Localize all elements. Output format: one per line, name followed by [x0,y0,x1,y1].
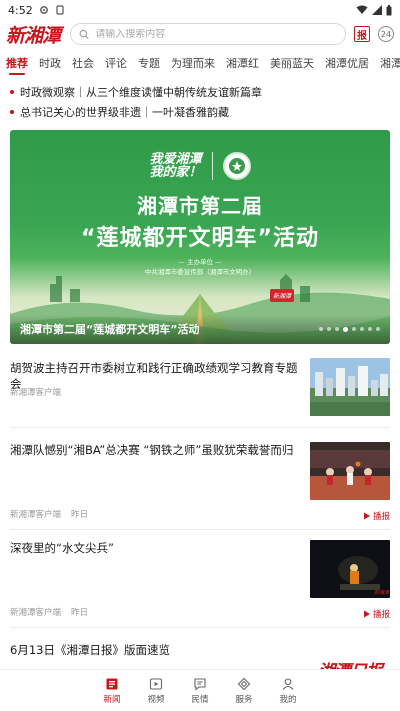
sim-status-icon [56,5,64,15]
nav-label: 民情 [191,694,209,705]
banner-subtitle: “莲城都开文明车”活动 [81,226,319,251]
settings-status-icon [39,6,48,14]
status-time: 4:52 [8,3,33,17]
news-meta: 新湘潭客户端 昨日 [10,606,88,618]
news-item[interactable]: 胡贺波主持召开市委树立和践行正确政绩观学习教育专题会 新湘潭客户端 [10,358,390,428]
nav-label: 我的 [279,694,297,705]
logo-seal: 新湘潭 [269,289,294,302]
news-time: 昨日 [71,510,89,520]
headline-item[interactable]: 总书记关心的世界级非遗｜一叶凝香雅韵藏 [10,102,390,122]
news-source: 新湘潭客户端 [10,388,62,398]
play-tag-label: 播报 [372,512,390,522]
status-bar: 4:52 [0,0,400,20]
news-thumbnail [310,442,390,500]
slogan-line: 我的家！ [149,165,202,180]
news-item[interactable]: 湘潭队憾别“湘BA”总决赛 “钢铁之师”虽败犹荣载誉而归 新湘潭客户端 昨日 播… [10,438,390,530]
tab-xiangtan-red[interactable]: 湘潭红 [226,51,259,75]
pager-dot[interactable] [327,327,331,331]
nav-service[interactable]: 服务 [229,677,259,705]
feedback-icon [194,677,206,691]
pager-dot[interactable] [335,327,339,331]
banner-slogan: 我爱湘潭 我的家！ [149,153,201,179]
nav-profile[interactable]: 我的 [273,677,303,705]
audio-play-tag[interactable]: 播报 [363,608,390,620]
pager-dot[interactable] [352,327,356,331]
banner-brand: 我爱湘潭 我的家！ [10,152,390,180]
play-tag-label: 播报 [372,610,390,620]
tab-blue-sky[interactable]: 美丽蓝天 [270,51,314,75]
wifi-icon [356,5,368,14]
signal-icon [372,5,382,15]
svg-text:新湘潭: 新湘潭 [374,589,390,596]
news-thumbnail [310,358,390,416]
pager-dot[interactable] [376,327,380,331]
news-icon [106,678,118,689]
nav-label: 新闻 [103,694,121,705]
search-icon [79,29,89,39]
nav-feedback[interactable]: 民情 [185,677,215,705]
newspaper-icon[interactable]: 报 [354,26,370,42]
headline-item[interactable]: 时政微观察｜从三个维度读懂中朝传统友谊新篇章 [10,82,390,102]
news-24h-icon[interactable]: 24 [378,26,394,42]
news-title: 6月13日《湘潭日报》版面速览 [10,643,170,657]
pager-dot[interactable] [360,327,364,331]
tab-recommend[interactable]: 推荐 [6,51,28,75]
service-icon [237,677,251,690]
news-time: 昨日 [71,608,89,618]
banner-caption-bar: 湘潭市第二届“莲城都开文明车”活动 [10,314,390,344]
app-logo[interactable]: 新湘潭 [6,21,62,48]
video-icon [149,677,163,690]
pager-dot[interactable] [368,327,372,331]
nav-label: 服务 [235,694,253,705]
tab-special[interactable]: 专题 [138,51,160,75]
play-icon [363,512,370,520]
bottom-navigation: 新闻 视频 民情 服务 我的 [0,669,400,711]
news-list: 胡贺波主持召开市委树立和践行正确政绩观学习教育专题会 新湘潭客户端 湘潭队憾别“… [0,358,400,704]
pager-dot[interactable] [319,327,323,331]
tab-politics[interactable]: 时政 [39,51,61,75]
headline-list: 时政微观察｜从三个维度读懂中朝传统友谊新篇章 总书记关心的世界级非遗｜一叶凝香雅… [0,76,400,122]
divider [211,152,213,180]
play-icon [363,610,370,618]
civilization-badge-icon [222,152,251,180]
news-source: 新湘潭客户端 [10,510,62,520]
bullet-dot [10,90,14,94]
profile-icon [282,677,294,690]
tab-society[interactable]: 社会 [72,51,94,75]
headline-text: 总书记关心的世界级非遗｜一叶凝香雅韵藏 [20,106,229,119]
news-thumbnail: 新湘潭 [310,540,390,598]
search-bar[interactable] [70,23,346,45]
app-header: 新湘潭 报 24 [0,21,400,48]
nav-news[interactable]: 新闻 [97,677,127,705]
battery-icon [386,4,392,15]
headline-text: 时政微观察｜从三个维度读懂中朝传统友谊新篇章 [20,86,262,99]
tab-living[interactable]: 湘潭优居 [325,51,369,75]
banner-caption: 湘潭市第二届“莲城都开文明车”活动 [20,323,200,336]
bullet-dot [10,110,14,114]
carousel-pager [319,326,380,332]
tab-commentary[interactable]: 评论 [105,51,127,75]
news-item[interactable]: 深夜里的“水文尖兵” 新湘潭客户端 昨日 新湘潭 播报 [10,536,390,628]
carousel-banner[interactable]: 我爱湘潭 我的家！ 湘潭市第二届 “莲城都开文明车”活动 — 主办单位 — 中共… [10,130,390,344]
news-source: 新湘潭客户端 [10,608,62,618]
nav-label: 视频 [147,694,165,705]
news-meta: 新湘潭客户端 昨日 [10,508,88,520]
search-input[interactable] [95,28,337,40]
pager-dot-active[interactable] [343,326,348,332]
tab-news-info[interactable]: 湘潭资讯 [380,51,400,75]
tab-for-reason[interactable]: 为理而来 [171,51,215,75]
news-title: 湘潭队憾别“湘BA”总决赛 “钢铁之师”虽败犹荣载誉而归 [10,443,294,457]
audio-play-tag[interactable]: 播报 [363,510,390,522]
banner-title: 湘潭市第二届 [137,194,263,218]
news-title: 深夜里的“水文尖兵” [10,541,114,555]
category-tabs: 推荐 时政 社会 评论 专题 为理而来 湘潭红 美丽蓝天 湘潭优居 湘潭资讯 [0,50,400,76]
news-meta: 新湘潭客户端 [10,386,61,398]
nav-video[interactable]: 视频 [141,677,171,705]
